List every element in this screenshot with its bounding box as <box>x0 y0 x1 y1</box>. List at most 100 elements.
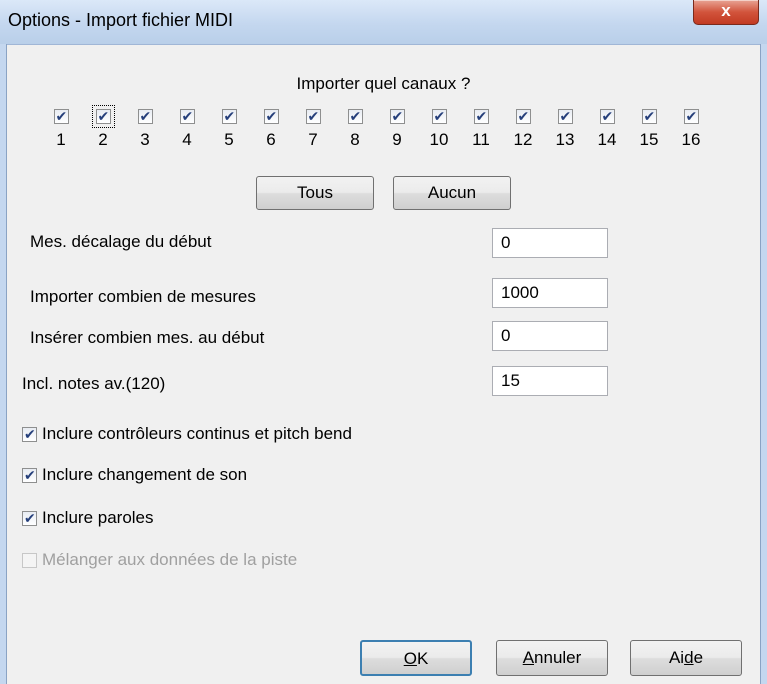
channel-13: ✔ 13 <box>552 108 578 150</box>
channel-8: ✔ 8 <box>342 108 368 150</box>
include-notes-before-label: Incl. notes av.(120) <box>22 374 166 393</box>
check-icon: ✔ <box>24 425 36 442</box>
channel-3-label: 3 <box>140 130 150 149</box>
channel-1-checkbox[interactable]: ✔ <box>53 108 69 124</box>
ok-button[interactable]: OK <box>360 640 472 676</box>
check-icon: ✔ <box>139 108 152 124</box>
channel-11: ✔ 11 <box>468 108 494 150</box>
check-icon: ✔ <box>265 108 278 124</box>
select-all-channels-button[interactable]: Tous <box>256 176 374 210</box>
channel-11-checkbox[interactable]: ✔ <box>473 108 489 124</box>
ok-label-end: K <box>416 649 429 668</box>
cancel-accelerator: A <box>522 648 535 667</box>
channel-13-label: 13 <box>555 130 575 149</box>
check-icon: ✔ <box>685 108 698 124</box>
bar-count-input[interactable]: 1000 <box>492 278 608 308</box>
channel-5-label: 5 <box>224 130 234 149</box>
channel-8-checkbox[interactable]: ✔ <box>347 108 363 124</box>
check-icon: ✔ <box>223 108 236 124</box>
channel-4: ✔ 4 <box>174 108 200 150</box>
channel-10: ✔ 10 <box>426 108 452 150</box>
title-bar[interactable]: Options - Import fichier MIDI x <box>0 0 767 45</box>
channel-1: ✔ 1 <box>48 108 74 150</box>
include-notes-before-input[interactable]: 15 <box>492 366 608 396</box>
check-icon: ✔ <box>97 108 110 124</box>
include-controllers-checkbox[interactable]: ✔ <box>22 425 37 442</box>
check-icon: ✔ <box>24 466 36 483</box>
channel-11-label: 11 <box>472 130 490 149</box>
channel-7-checkbox[interactable]: ✔ <box>305 108 321 124</box>
check-icon: ✔ <box>24 509 36 526</box>
channel-8-label: 8 <box>350 130 360 149</box>
channel-5-checkbox[interactable]: ✔ <box>221 108 237 124</box>
cancel-button[interactable]: Annuler <box>496 640 608 676</box>
check-icon: ✔ <box>349 108 362 124</box>
channel-10-label: 10 <box>429 130 449 149</box>
insert-bars-input[interactable]: 0 <box>492 321 608 351</box>
channel-12: ✔ 12 <box>510 108 536 150</box>
channel-5: ✔ 5 <box>216 108 242 150</box>
channel-2-checkbox[interactable]: ✔ <box>91 105 115 128</box>
channel-14-checkbox[interactable]: ✔ <box>599 108 615 124</box>
window-frame-left <box>0 44 7 684</box>
options-dialog: Options - Import fichier MIDI x Importer… <box>0 0 767 684</box>
channel-16: ✔ 16 <box>678 108 704 150</box>
channel-6: ✔ 6 <box>258 108 284 150</box>
channel-4-label: 4 <box>182 130 192 149</box>
bar-count-label: Importer combien de mesures <box>30 287 256 306</box>
cancel-label-end: nnuler <box>534 648 582 667</box>
channel-3: ✔ 3 <box>132 108 158 150</box>
channel-9-checkbox[interactable]: ✔ <box>389 108 405 124</box>
start-offset-input[interactable]: 0 <box>492 228 608 258</box>
help-accelerator: d <box>684 648 694 667</box>
include-controllers-option[interactable]: ✔ Inclure contrôleurs continus et pitch … <box>22 424 352 444</box>
channel-13-checkbox[interactable]: ✔ <box>557 108 573 124</box>
check-icon: ✔ <box>517 108 530 124</box>
channel-15-checkbox[interactable]: ✔ <box>641 108 657 124</box>
include-lyrics-checkbox[interactable]: ✔ <box>22 509 37 526</box>
channel-4-checkbox[interactable]: ✔ <box>179 108 195 124</box>
channel-9-label: 9 <box>392 130 402 149</box>
window-title: Options - Import fichier MIDI <box>8 10 234 30</box>
channel-10-checkbox[interactable]: ✔ <box>431 108 447 124</box>
help-label-start: Ai <box>668 648 685 667</box>
check-icon: ✔ <box>643 108 656 124</box>
ok-accelerator: O <box>403 649 417 668</box>
include-patch-change-option[interactable]: ✔ Inclure changement de son <box>22 465 247 485</box>
channel-2-label: 2 <box>98 130 108 149</box>
help-button[interactable]: Aide <box>630 640 742 676</box>
channel-1-label: 1 <box>56 130 66 149</box>
channel-14: ✔ 14 <box>594 108 620 150</box>
merge-track-data-checkbox <box>22 552 37 568</box>
check-icon: ✔ <box>475 108 488 124</box>
check-icon: ✔ <box>181 108 194 124</box>
include-lyrics-option[interactable]: ✔ Inclure paroles <box>22 508 154 528</box>
include-patch-change-label: Inclure changement de son <box>42 465 248 484</box>
check-icon: ✔ <box>601 108 614 124</box>
channel-6-checkbox[interactable]: ✔ <box>263 108 279 124</box>
channel-15: ✔ 15 <box>636 108 662 150</box>
check-icon: ✔ <box>559 108 572 124</box>
channels-heading: Importer quel canaux ? <box>296 74 471 93</box>
check-icon: ✔ <box>433 108 446 124</box>
channel-12-checkbox[interactable]: ✔ <box>515 108 531 124</box>
include-controllers-label: Inclure contrôleurs continus et pitch be… <box>42 424 352 443</box>
check-icon: ✔ <box>307 108 320 124</box>
channel-15-label: 15 <box>639 130 659 149</box>
close-icon: x <box>721 1 731 20</box>
include-lyrics-label: Inclure paroles <box>42 508 154 527</box>
channel-7-label: 7 <box>308 130 318 149</box>
select-no-channels-button[interactable]: Aucun <box>393 176 511 210</box>
help-label-end: e <box>693 648 704 667</box>
channel-12-label: 12 <box>513 130 533 149</box>
include-patch-change-checkbox[interactable]: ✔ <box>22 466 37 483</box>
channel-7: ✔ 7 <box>300 108 326 150</box>
channel-14-label: 14 <box>597 130 617 149</box>
channel-3-checkbox[interactable]: ✔ <box>137 108 153 124</box>
channel-6-label: 6 <box>266 130 276 149</box>
window-frame-right <box>760 44 767 684</box>
close-button[interactable]: x <box>693 0 759 25</box>
channel-16-checkbox[interactable]: ✔ <box>683 108 699 124</box>
merge-track-data-option: Mélanger aux données de la piste <box>22 550 297 570</box>
start-offset-label: Mes. décalage du début <box>30 232 212 251</box>
